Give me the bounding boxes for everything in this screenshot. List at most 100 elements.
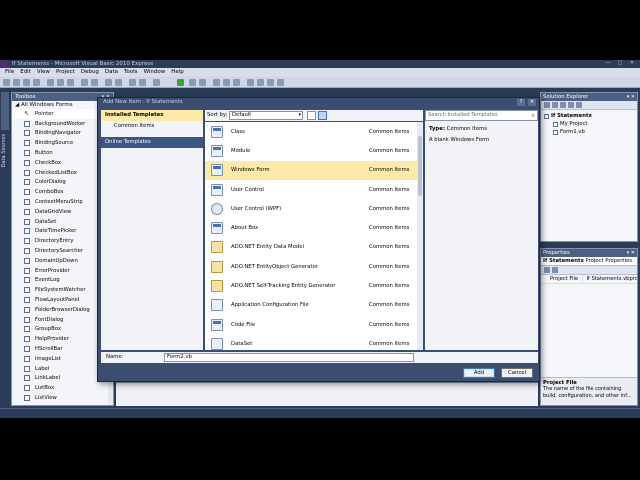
start-debugging-icon[interactable] xyxy=(177,79,184,86)
pause-icon[interactable] xyxy=(189,79,196,86)
help-provider-icon xyxy=(24,336,30,343)
categorized-icon[interactable] xyxy=(544,267,550,273)
template-item[interactable]: ADO.NET Entity Data Model Common Items xyxy=(205,238,417,257)
template-item-selected[interactable]: Windows Form Common Items xyxy=(205,160,417,180)
title-bar: If Statements - Microsoft Visual Basic 2… xyxy=(0,60,640,68)
template-item[interactable]: ADO.NET EntityObject Generator Common Ite… xyxy=(205,257,417,276)
menu-help[interactable]: Help xyxy=(168,68,187,77)
redo-icon[interactable] xyxy=(91,79,98,86)
show-all-files-icon[interactable] xyxy=(552,102,558,108)
about-box-icon xyxy=(211,222,223,235)
template-item[interactable]: DataSet Common Items xyxy=(205,334,417,350)
menu-project[interactable]: Project xyxy=(53,68,78,77)
tree-node-project[interactable]: If Statements xyxy=(541,112,637,120)
category-online-templates[interactable]: Online Templates xyxy=(101,137,203,148)
scrollbar-thumb[interactable] xyxy=(418,136,422,196)
category-installed-templates[interactable]: Installed Templates xyxy=(101,110,203,121)
menu-debug[interactable]: Debug xyxy=(78,68,102,77)
selected-object-name: If Statements xyxy=(543,258,584,264)
search-templates-input[interactable]: Search Installed Templates ⌕ xyxy=(425,110,538,121)
menu-file[interactable]: File xyxy=(2,68,17,77)
properties-button-icon[interactable] xyxy=(544,102,550,108)
copy-icon[interactable] xyxy=(57,79,64,86)
close-button[interactable]: ✕ xyxy=(626,60,638,67)
cut-icon[interactable] xyxy=(47,79,54,86)
properties-header: Properties ▾ ✕ xyxy=(541,249,637,257)
template-item[interactable]: User Control (WPF) Common Items xyxy=(205,199,417,218)
toolbox-item[interactable]: ListView xyxy=(12,393,113,403)
menu-window[interactable]: Window xyxy=(141,68,169,77)
step-out-icon[interactable] xyxy=(233,79,240,86)
color-dialog-icon xyxy=(24,179,30,186)
ide-window: If Statements - Microsoft Visual Basic 2… xyxy=(0,60,640,418)
solution-explorer-panel: Solution Explorer ▾ ✕ If Statements My P… xyxy=(540,92,638,242)
toolbox-tab[interactable] xyxy=(1,92,9,130)
name-label: Name: xyxy=(106,354,124,360)
groupbox-icon xyxy=(24,326,30,333)
step-into-icon[interactable] xyxy=(213,79,220,86)
linklabel-icon xyxy=(24,375,30,382)
pointer-icon: ↖ xyxy=(24,109,30,117)
sort-dropdown[interactable]: Default ▾ xyxy=(229,111,303,120)
template-item[interactable]: Application Configuration File Common Ite… xyxy=(205,296,417,315)
solution-explorer-icon[interactable] xyxy=(257,79,264,86)
properties-icon[interactable] xyxy=(267,79,274,86)
property-row[interactable]: Project File If Statements.vbproj xyxy=(541,275,637,284)
help-icon[interactable]: ? xyxy=(517,99,525,106)
tree-node-my-project[interactable]: My Project xyxy=(541,120,637,128)
cancel-button[interactable]: Cancel xyxy=(501,368,533,378)
uncomment-icon[interactable] xyxy=(115,79,122,86)
properties-object-selector[interactable]: If Statements Project Properties xyxy=(541,257,637,266)
stop-icon[interactable] xyxy=(199,79,206,86)
menu-bar: File Edit View Project Debug Data Tools … xyxy=(0,68,640,77)
list-view-icon[interactable] xyxy=(307,111,316,120)
menu-tools[interactable]: Tools xyxy=(121,68,141,77)
template-list-scrollbar[interactable] xyxy=(417,122,423,350)
menu-view[interactable]: View xyxy=(34,68,53,77)
template-item[interactable]: User Control Common Items xyxy=(205,180,417,199)
data-sources-tab[interactable]: Data Sources xyxy=(1,134,9,167)
view-designer-icon[interactable] xyxy=(576,102,582,108)
open-icon[interactable] xyxy=(13,79,20,86)
tree-node-form1[interactable]: Form1.vb xyxy=(541,128,637,136)
comment-icon[interactable] xyxy=(105,79,112,86)
new-project-icon[interactable] xyxy=(3,79,10,86)
panel-close-icon[interactable]: ▾ ✕ xyxy=(627,93,635,101)
find-icon[interactable] xyxy=(247,79,254,86)
dialog-title: Add New Item - If Statements xyxy=(103,99,183,105)
paste-icon[interactable] xyxy=(67,79,74,86)
medium-icons-view-icon[interactable] xyxy=(318,111,327,120)
checkbox-icon xyxy=(24,159,30,166)
outdent-icon[interactable] xyxy=(139,79,146,86)
category-common-items[interactable]: Common Items xyxy=(101,121,203,132)
template-item[interactable]: ADO.NET Self-Tracking Entity Generator Co… xyxy=(205,276,417,295)
menu-edit[interactable]: Edit xyxy=(17,68,34,77)
menu-data[interactable]: Data xyxy=(102,68,121,77)
minimize-button[interactable]: — xyxy=(602,60,614,67)
panel-close-icon[interactable]: ▾ ✕ xyxy=(627,249,635,257)
template-list: Class Common Items Module Common Items Win… xyxy=(205,122,417,350)
alphabetical-icon[interactable] xyxy=(552,267,558,273)
toolbox-item[interactable]: ListBox xyxy=(12,383,113,393)
bookmark-icon[interactable] xyxy=(153,79,160,86)
font-dialog-icon xyxy=(24,316,30,323)
dataset-icon xyxy=(24,218,30,225)
toolbox-icon[interactable] xyxy=(277,79,284,86)
undo-icon[interactable] xyxy=(81,79,88,86)
class-icon xyxy=(211,125,223,138)
template-item[interactable]: Code File Common Items xyxy=(205,315,417,334)
template-item[interactable]: About Box Common Items xyxy=(205,218,417,237)
property-description: Project File The name of the file contai… xyxy=(541,377,637,405)
step-over-icon[interactable] xyxy=(223,79,230,86)
dialog-close-icon[interactable]: ✕ xyxy=(528,99,536,106)
save-all-icon[interactable] xyxy=(33,79,40,86)
maximize-button[interactable]: □ xyxy=(614,60,626,67)
template-item[interactable]: Module Common Items xyxy=(205,141,417,160)
view-code-icon[interactable] xyxy=(568,102,574,108)
save-icon[interactable] xyxy=(23,79,30,86)
indent-icon[interactable] xyxy=(129,79,136,86)
refresh-icon[interactable] xyxy=(560,102,566,108)
name-input[interactable]: Form2.vb xyxy=(164,353,414,362)
template-item[interactable]: Class Common Items xyxy=(205,122,417,141)
add-button[interactable]: Add xyxy=(463,368,495,378)
